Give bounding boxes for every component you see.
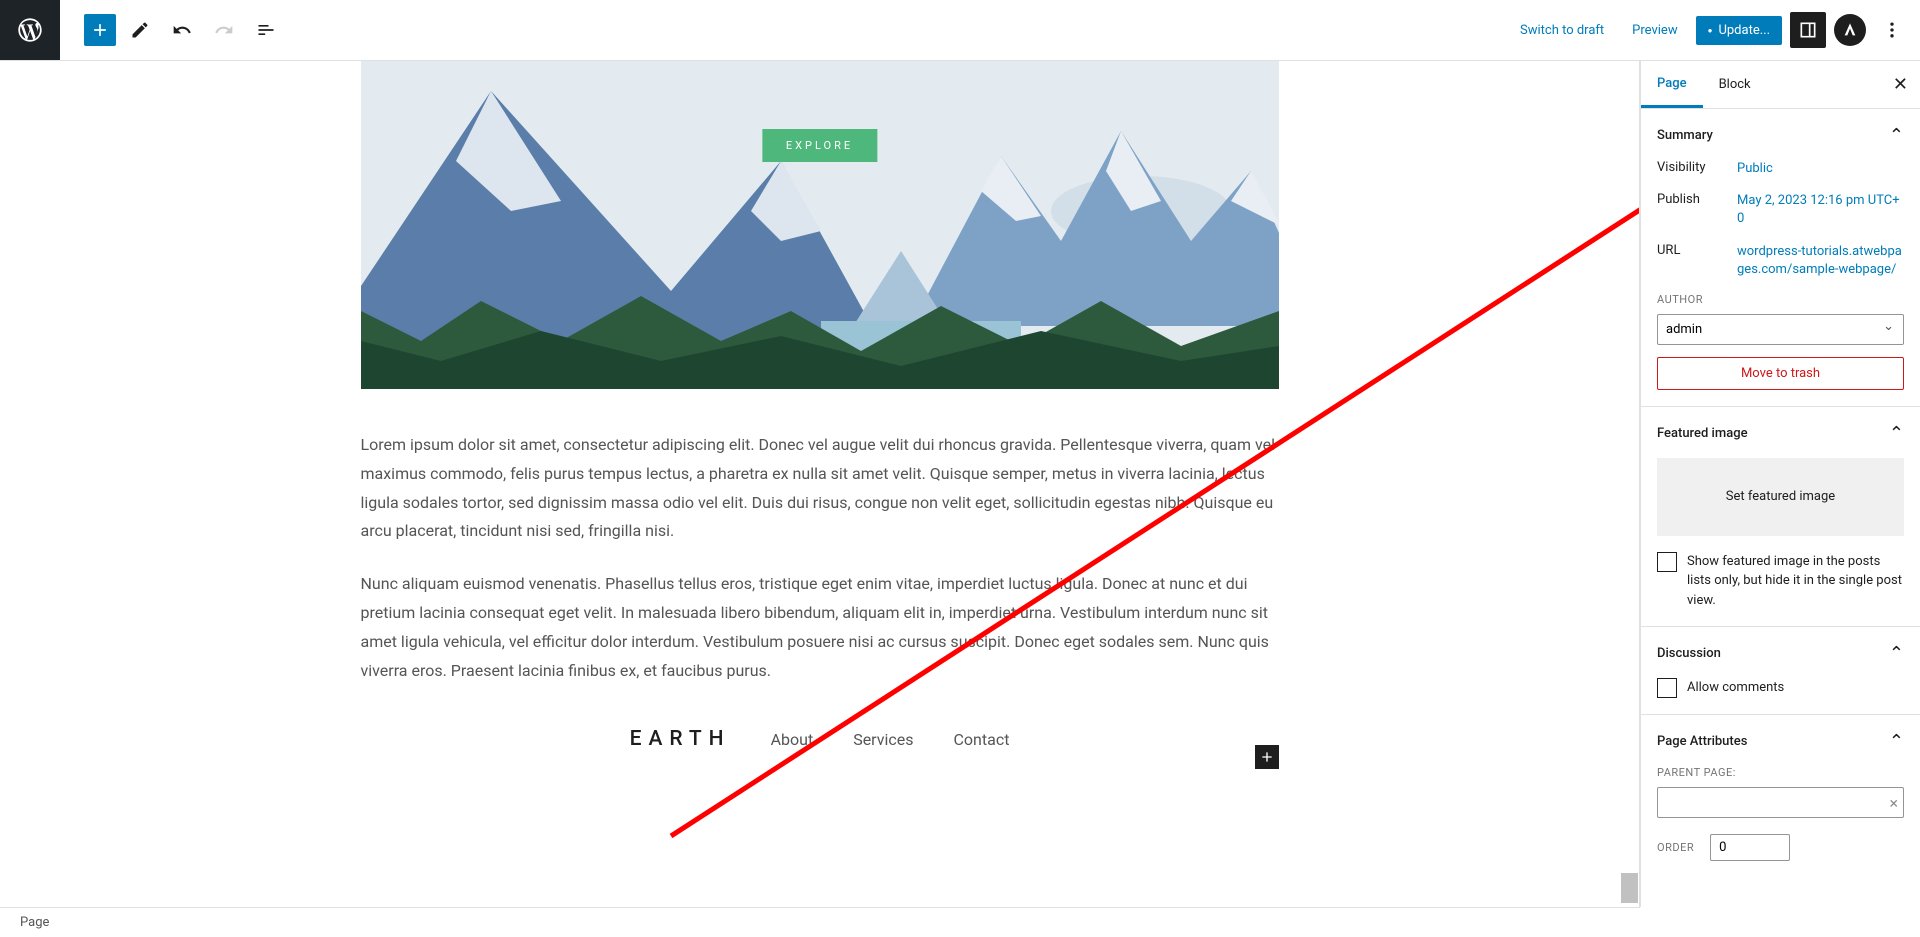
panel-featured-toggle[interactable]: Featured image ⌃ xyxy=(1657,423,1904,444)
author-label: AUTHOR xyxy=(1657,293,1904,306)
panel-attributes-title: Page Attributes xyxy=(1657,734,1747,749)
switch-to-draft-button[interactable]: Switch to draft xyxy=(1510,17,1614,44)
parent-page-input[interactable] xyxy=(1657,787,1904,818)
tab-block[interactable]: Block xyxy=(1703,61,1767,108)
url-value[interactable]: wordpress-tutorials.atwebpages.com/sampl… xyxy=(1737,243,1904,279)
add-block-button[interactable] xyxy=(84,14,116,46)
chevron-up-icon: ⌃ xyxy=(1889,731,1904,752)
footer-link-contact[interactable]: Contact xyxy=(954,730,1010,749)
wordpress-logo[interactable] xyxy=(0,0,60,60)
more-options-icon[interactable] xyxy=(1874,12,1910,48)
hero-cover-image[interactable]: EXPLORE xyxy=(361,61,1279,389)
panel-discussion-title: Discussion xyxy=(1657,646,1721,661)
panel-summary-toggle[interactable]: Summary ⌃ xyxy=(1657,125,1904,146)
undo-icon[interactable] xyxy=(164,12,200,48)
allow-comments-label: Allow comments xyxy=(1687,678,1784,698)
footer-navigation: EARTH About Services Contact xyxy=(361,709,1279,769)
publish-label: Publish xyxy=(1657,192,1737,228)
allow-comments-checkbox[interactable] xyxy=(1657,678,1677,698)
chevron-up-icon: ⌃ xyxy=(1889,643,1904,664)
tab-page[interactable]: Page xyxy=(1641,61,1703,108)
brand-logo-text[interactable]: EARTH xyxy=(630,727,731,751)
astra-icon[interactable] xyxy=(1834,14,1866,46)
editor-scrollbar[interactable] xyxy=(1621,61,1639,907)
list-view-icon[interactable] xyxy=(248,12,284,48)
featured-checkbox-label: Show featured image in the posts lists o… xyxy=(1687,552,1904,611)
order-label: ORDER xyxy=(1657,841,1694,854)
paragraph-1[interactable]: Lorem ipsum dolor sit amet, consectetur … xyxy=(361,431,1279,546)
author-select[interactable] xyxy=(1657,314,1904,345)
parent-page-label: PARENT PAGE: xyxy=(1657,766,1904,779)
edit-tool-icon[interactable] xyxy=(122,12,158,48)
redo-icon xyxy=(206,12,242,48)
chevron-up-icon: ⌃ xyxy=(1889,423,1904,444)
visibility-value[interactable]: Public xyxy=(1737,160,1904,178)
visibility-label: Visibility xyxy=(1657,160,1737,178)
panel-discussion-toggle[interactable]: Discussion ⌃ xyxy=(1657,643,1904,664)
footer-link-services[interactable]: Services xyxy=(853,730,913,749)
panel-featured-title: Featured image xyxy=(1657,426,1748,441)
footer-link-about[interactable]: About xyxy=(771,730,814,749)
chevron-up-icon: ⌃ xyxy=(1889,125,1904,146)
breadcrumb[interactable]: Page xyxy=(20,915,49,930)
url-label: URL xyxy=(1657,243,1737,279)
settings-sidebar-toggle[interactable] xyxy=(1790,12,1826,48)
preview-button[interactable]: Preview xyxy=(1622,17,1687,44)
clear-parent-icon[interactable]: × xyxy=(1889,793,1898,812)
explore-button[interactable]: EXPLORE xyxy=(762,129,877,162)
add-block-inline-button[interactable] xyxy=(1255,745,1279,769)
paragraph-2[interactable]: Nunc aliquam euismod venenatis. Phasellu… xyxy=(361,570,1279,685)
publish-value[interactable]: May 2, 2023 12:16 pm UTC+0 xyxy=(1737,192,1904,228)
close-sidebar-icon[interactable]: ✕ xyxy=(1889,70,1912,99)
order-input[interactable] xyxy=(1710,834,1790,861)
move-to-trash-button[interactable]: Move to trash xyxy=(1657,357,1904,390)
update-button[interactable]: Update... xyxy=(1696,16,1782,45)
panel-summary-title: Summary xyxy=(1657,128,1713,143)
set-featured-image-button[interactable]: Set featured image xyxy=(1657,458,1904,536)
featured-hide-checkbox[interactable] xyxy=(1657,552,1677,572)
panel-attributes-toggle[interactable]: Page Attributes ⌃ xyxy=(1657,731,1904,752)
